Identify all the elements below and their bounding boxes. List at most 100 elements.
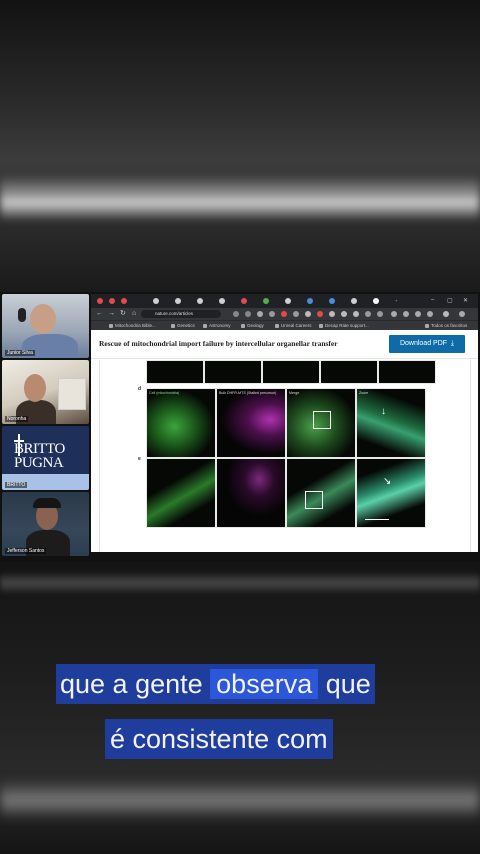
subtitle-text: que <box>325 669 371 699</box>
micrograph-cell: Cell (mitochondria) <box>146 388 216 458</box>
bookmark-item[interactable]: Genetics <box>171 323 195 328</box>
panel-caption: Zoom <box>359 391 369 395</box>
bookmark-item[interactable]: Geology <box>241 323 264 328</box>
tab-favicon[interactable] <box>109 298 115 304</box>
micrograph-bulk: Bulk DHFR-MTS (Stalled precursor) <box>216 388 286 458</box>
figure-row-letter: e <box>138 456 141 462</box>
tab-favicon[interactable] <box>285 298 291 304</box>
tab-favicon[interactable] <box>219 298 225 304</box>
participant-name: Junior Silva <box>5 350 35 356</box>
figure-row-letter: d <box>138 386 142 392</box>
britto-logo: BRITTO PUGNA <box>14 441 65 471</box>
tab-favicon[interactable] <box>175 298 181 304</box>
micrograph-zoom: Zoom ↓ <box>356 388 426 458</box>
tab-favicon[interactable] <box>307 298 313 304</box>
extension-icon[interactable] <box>403 311 409 317</box>
forward-arrow-icon[interactable]: → <box>108 310 115 318</box>
subtitle-line-1: que a gente observa que <box>56 664 375 704</box>
reload-icon[interactable]: ↻ <box>120 310 126 318</box>
blurred-background-top <box>0 0 480 292</box>
extension-icon[interactable] <box>293 311 299 317</box>
tab-favicon[interactable] <box>329 298 335 304</box>
bookmark-item[interactable]: Astronomy <box>203 323 231 328</box>
extension-icon[interactable] <box>245 311 251 317</box>
micrograph-panel <box>378 360 436 384</box>
extension-icon[interactable] <box>233 311 239 317</box>
participant-tile[interactable]: Junior Silva <box>2 294 89 358</box>
extension-icon[interactable] <box>427 311 433 317</box>
participant-tile[interactable]: BRITTO PUGNA BRITTO <box>2 426 89 490</box>
url-field[interactable]: nature.com/articles <box>141 310 221 318</box>
download-pdf-label: Download PDF <box>399 340 448 347</box>
micrograph-zoom: ↘ <box>356 458 426 528</box>
extension-icon[interactable] <box>257 311 263 317</box>
address-bar[interactable]: nature.com/articles <box>141 310 480 318</box>
video-call-frame: Junior Silva Noronha BRITTO PUGNA BRITTO… <box>0 292 480 562</box>
arrow-down-icon: ↘ <box>383 476 392 487</box>
bookmark-item[interactable]: Unreal Careers <box>275 323 312 328</box>
profile-avatar-icon[interactable] <box>443 311 449 317</box>
panel-caption: Cell (mitochondria) <box>149 391 180 395</box>
extension-icon[interactable] <box>365 311 371 317</box>
subtitle-highlighted-word: observa <box>210 669 319 699</box>
participant-face <box>30 304 56 334</box>
tab-favicon[interactable] <box>97 298 103 304</box>
tab-favicon[interactable] <box>121 298 127 304</box>
shared-browser-window: + – ▢ ✕ ← → ↻ ⌂ nature.com/articles Mito… <box>91 294 478 552</box>
participant-tile[interactable]: Noronha <box>2 360 89 424</box>
maximize-icon[interactable]: ▢ <box>447 297 453 304</box>
micrograph-merge <box>286 458 356 528</box>
extension-icon[interactable] <box>341 311 347 317</box>
tab-favicon-active[interactable] <box>373 298 379 304</box>
extension-icon[interactable] <box>281 311 287 317</box>
tab-favicon[interactable] <box>197 298 203 304</box>
extension-icon[interactable] <box>305 311 311 317</box>
tab-favicon[interactable] <box>241 298 247 304</box>
scale-bar <box>365 519 389 520</box>
menu-dots-icon[interactable] <box>459 311 465 317</box>
home-icon[interactable]: ⌂ <box>132 310 136 318</box>
arrow-down-icon: ↓ <box>381 406 386 417</box>
download-icon: ⤓ <box>448 340 455 347</box>
bookmark-item[interactable]: Decap Rate support... <box>319 323 369 328</box>
extension-icon[interactable] <box>329 311 335 317</box>
blurred-highlight-band <box>0 175 480 221</box>
article-page: Rescue of mitochondrial import failure b… <box>91 330 478 552</box>
article-header: Rescue of mitochondrial import failure b… <box>91 330 478 359</box>
article-title: Rescue of mitochondrial import failure b… <box>99 339 338 348</box>
extension-icon[interactable] <box>317 311 323 317</box>
micrograph-panel <box>262 360 320 384</box>
zoom-region-box <box>313 411 331 429</box>
panel-caption: Bulk DHFR-MTS (Stalled precursor) <box>219 391 277 395</box>
tab-favicon[interactable] <box>153 298 159 304</box>
browser-toolbar: ← → ↻ ⌂ nature.com/articles <box>91 308 478 320</box>
bookmark-folder[interactable]: Todos os favoritos <box>425 323 467 328</box>
micrograph-panel <box>146 360 204 384</box>
whiteboard <box>58 378 86 410</box>
extension-icon[interactable] <box>377 311 383 317</box>
tab-favicon[interactable] <box>351 298 357 304</box>
new-tab-icon: + <box>395 298 398 303</box>
participant-tile[interactable]: Jefferson Santos <box>2 492 89 556</box>
extension-icon[interactable] <box>353 311 359 317</box>
subtitle-text: é consistente com <box>110 724 328 754</box>
cap-icon <box>33 498 61 508</box>
minimize-icon[interactable]: – <box>431 297 434 303</box>
blurred-highlight-band <box>0 572 480 594</box>
tab-favicon[interactable] <box>263 298 269 304</box>
participant-face <box>24 374 46 402</box>
participant-name: BRITTO <box>5 482 28 488</box>
extension-icon[interactable] <box>269 311 275 317</box>
back-arrow-icon[interactable]: ← <box>96 310 103 318</box>
extension-icon[interactable] <box>391 311 397 317</box>
micrograph-merge: Merge <box>286 388 356 458</box>
panel-caption: Merge <box>289 391 300 395</box>
download-pdf-button[interactable]: Download PDF ⤓ <box>389 335 465 353</box>
close-icon[interactable]: ✕ <box>463 297 468 304</box>
participant-name: Jefferson Santos <box>5 548 47 554</box>
subtitle-line-2: é consistente com <box>105 719 333 759</box>
extension-icon[interactable] <box>415 311 421 317</box>
participant-name: Noronha <box>5 416 29 422</box>
headphones-icon <box>18 308 26 322</box>
bookmark-item[interactable]: Mitochondria Bible... <box>109 323 156 328</box>
